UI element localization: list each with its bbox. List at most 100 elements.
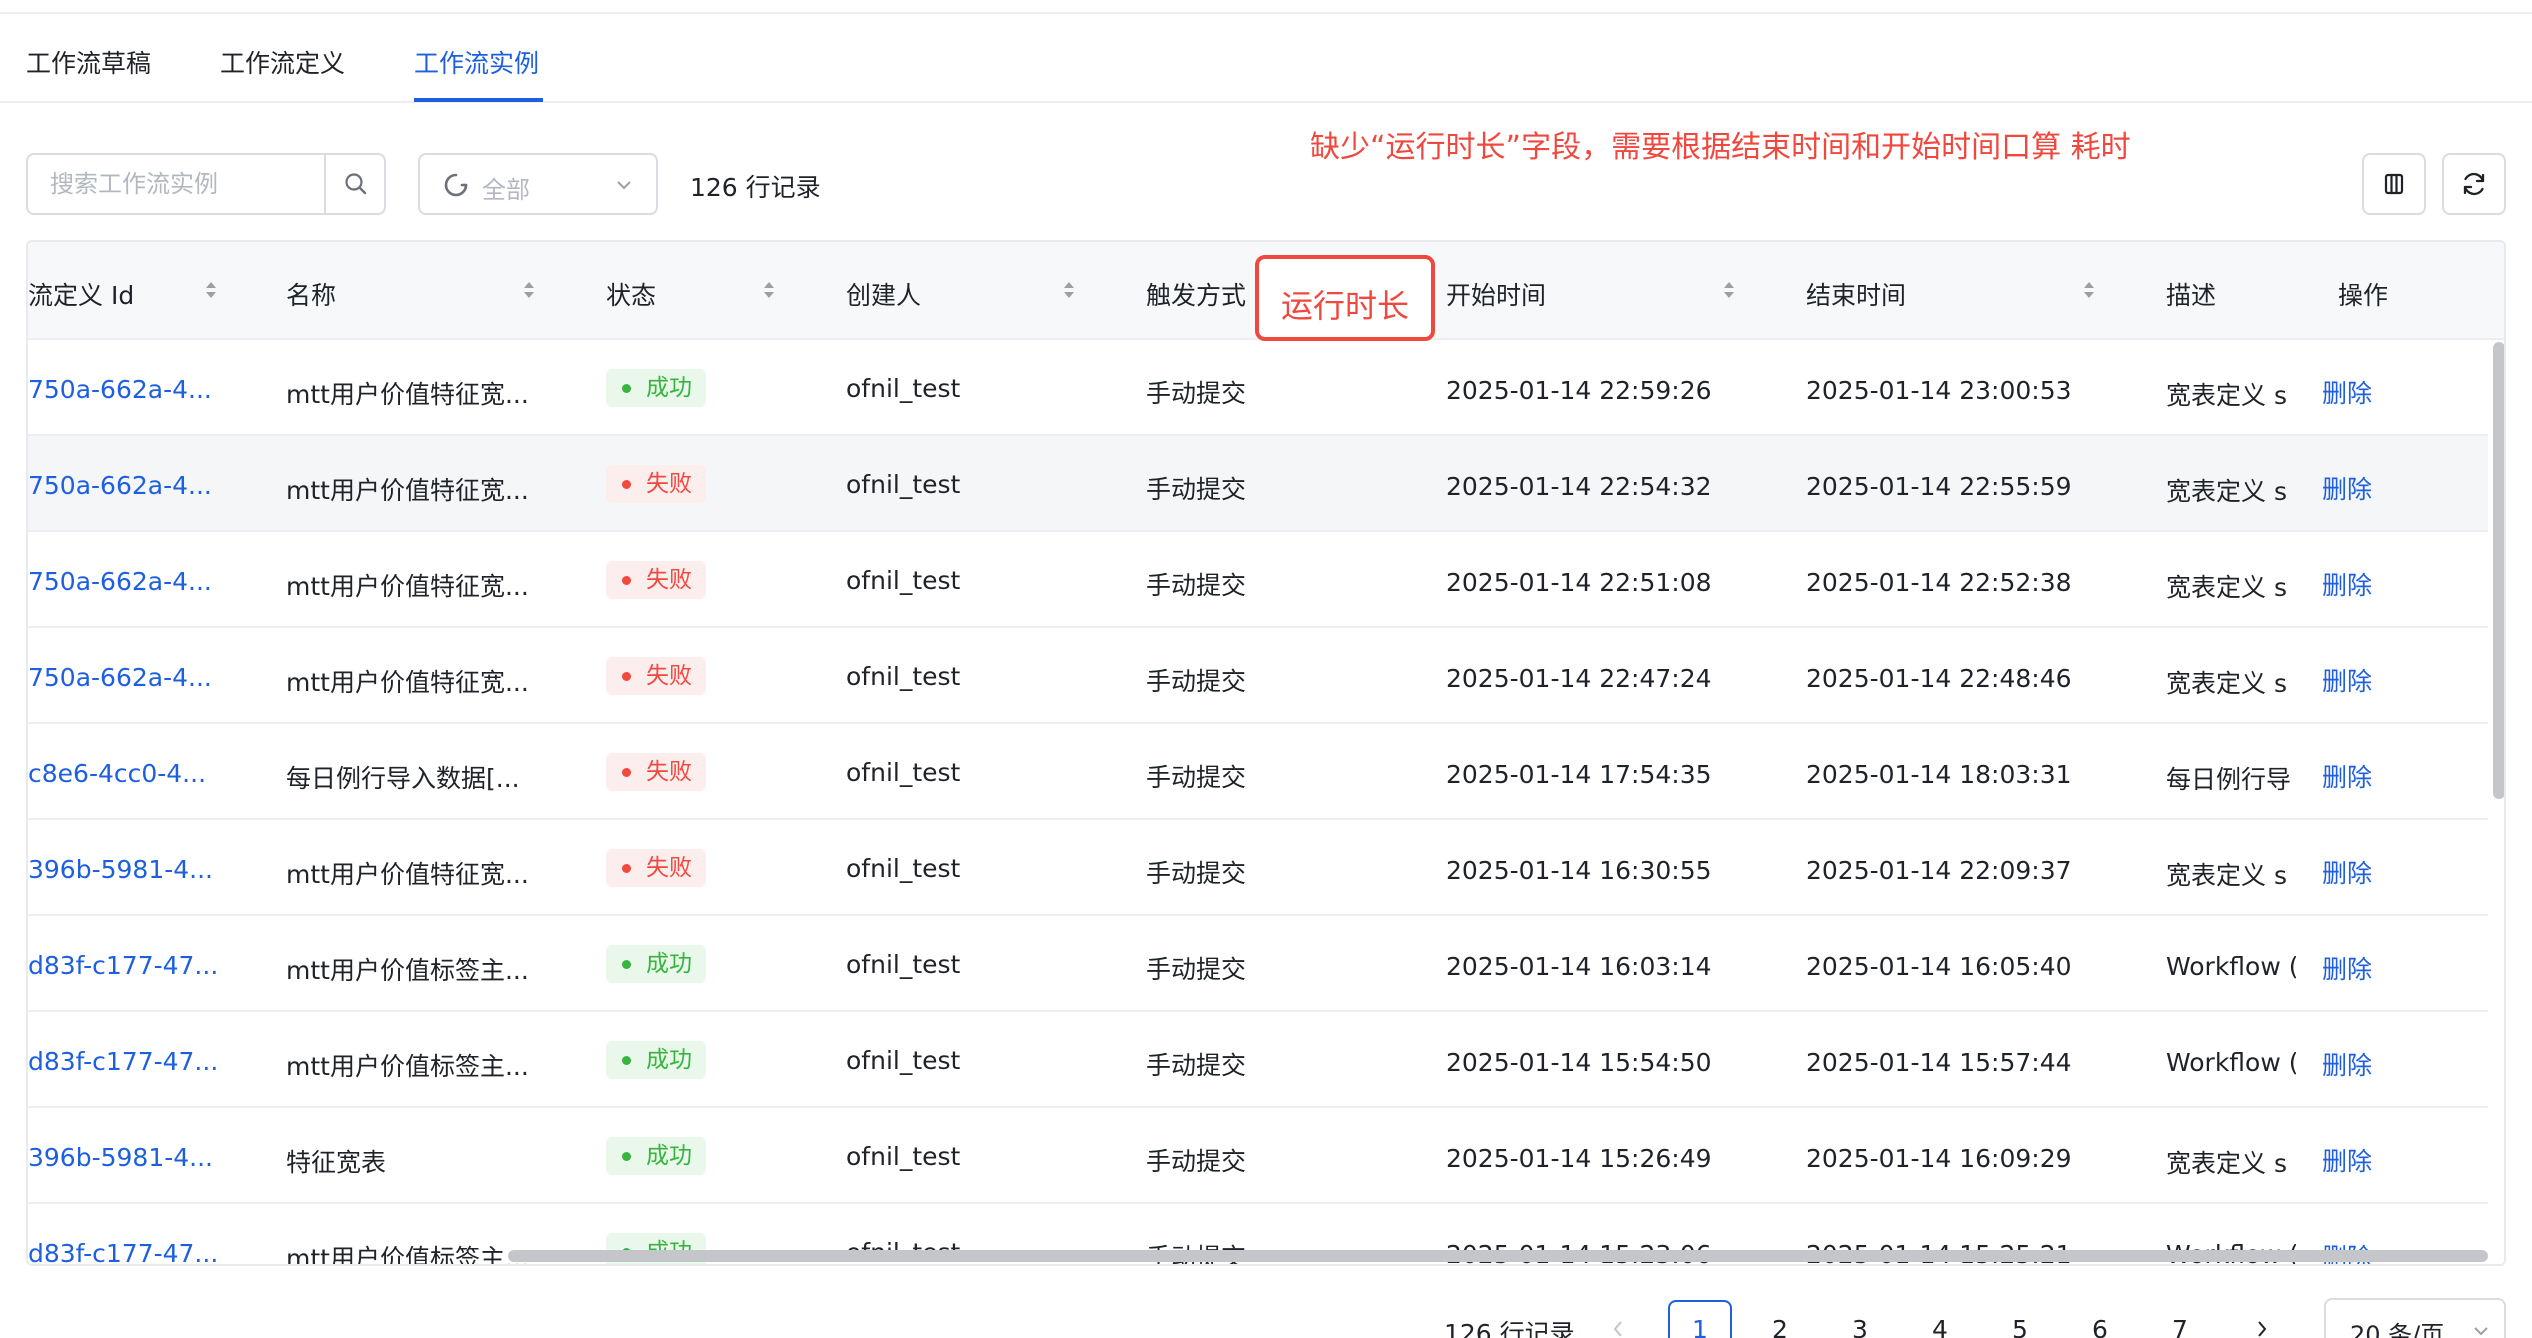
column-header-creator: 创建人: [846, 281, 922, 310]
start-time: 2025-01-14 22:54:32: [1446, 472, 1712, 501]
end-time: 2025-01-14 16:09:29: [1806, 1144, 2072, 1173]
delete-button[interactable]: 删除: [2322, 662, 2402, 698]
sort-icon[interactable]: [2082, 276, 2096, 304]
table-row[interactable]: 750a-662a-4... mtt用户价值特征宽... ofnil_test 手动提…: [28, 340, 2488, 436]
definition-id-link[interactable]: 750a-662a-4...: [28, 663, 238, 692]
creator: ofnil_test: [846, 1142, 961, 1171]
table-row[interactable]: 750a-662a-4... mtt用户价值特征宽... ofnil_test 手动提…: [28, 436, 2488, 532]
tab-bar: 工作流草稿 工作流定义 工作流实例: [0, 14, 2532, 103]
chevron-right-icon[interactable]: [2254, 1318, 2270, 1338]
delete-button[interactable]: 删除: [2322, 1046, 2402, 1082]
column-header-name: 名称: [286, 281, 337, 310]
column-header-definition-id: 流定义 Id: [28, 281, 135, 310]
sort-icon[interactable]: [762, 276, 776, 304]
tab-definitions[interactable]: 工作流定义: [220, 44, 345, 80]
description: Workflow (: [2166, 1048, 2296, 1077]
delete-button[interactable]: 删除: [2322, 758, 2402, 794]
table-row[interactable]: c8e6-4cc0-4... 每日例行导入数据[... ofnil_test 手动提交…: [28, 724, 2488, 820]
end-time: 2025-01-14 16:05:40: [1806, 952, 2072, 981]
page-button[interactable]: 2: [1748, 1300, 1812, 1338]
active-tab-indicator: [414, 98, 543, 102]
delete-button[interactable]: 删除: [2322, 854, 2402, 890]
definition-id-link[interactable]: d83f-c177-47...: [28, 1047, 238, 1076]
sort-icon[interactable]: [522, 276, 536, 304]
description: 宽表定义 s: [2166, 1149, 2287, 1178]
status-badge: 失败: [606, 753, 706, 791]
start-time: 2025-01-14 16:03:14: [1446, 952, 1712, 981]
page-size-select[interactable]: 20 条/页: [2324, 1298, 2506, 1338]
status-dot-icon: [622, 672, 631, 681]
end-time: 2025-01-14 22:55:59: [1806, 472, 2072, 501]
status-badge: 失败: [606, 849, 706, 887]
table-row[interactable]: d83f-c177-47... mtt用户价值标签主... ofnil_test 手动…: [28, 916, 2488, 1012]
search-button[interactable]: [324, 155, 386, 213]
description: Workflow (: [2166, 952, 2296, 981]
status-label: 失败: [646, 471, 692, 497]
definition-id-link[interactable]: 396b-5981-4...: [28, 1143, 238, 1172]
tab-drafts[interactable]: 工作流草稿: [26, 44, 151, 80]
delete-button[interactable]: 删除: [2322, 374, 2402, 410]
chevron-down-icon: [2474, 1327, 2488, 1336]
description: 宽表定义 s: [2166, 861, 2287, 890]
creator: ofnil_test: [846, 470, 961, 499]
refresh-button[interactable]: [2442, 153, 2506, 215]
trigger-method: 手动提交: [1146, 1051, 1247, 1080]
definition-id-link[interactable]: 750a-662a-4...: [28, 375, 238, 404]
page-button[interactable]: 4: [1908, 1300, 1972, 1338]
delete-button[interactable]: 删除: [2322, 1142, 2402, 1178]
instance-name: mtt用户价值标签主...: [286, 1052, 529, 1081]
sort-icon[interactable]: [1722, 276, 1736, 304]
page-button[interactable]: 3: [1828, 1300, 1892, 1338]
vertical-scrollbar[interactable]: [2493, 342, 2504, 799]
start-time: 2025-01-14 15:54:50: [1446, 1048, 1712, 1077]
column-header-end-time: 结束时间: [1806, 281, 1907, 310]
definition-id-link[interactable]: d83f-c177-47...: [28, 951, 238, 980]
table-row[interactable]: 750a-662a-4... mtt用户价值特征宽... ofnil_test 手动提…: [28, 628, 2488, 724]
search-input[interactable]: [28, 155, 324, 213]
creator: ofnil_test: [846, 662, 961, 691]
page-button[interactable]: 1: [1668, 1300, 1732, 1338]
trigger-method: 手动提交: [1146, 1147, 1247, 1176]
status-badge: 失败: [606, 657, 706, 695]
start-time: 2025-01-14 22:51:08: [1446, 568, 1712, 597]
column-header-status: 状态: [606, 281, 657, 310]
status-dot-icon: [622, 1152, 631, 1161]
horizontal-scrollbar[interactable]: [508, 1250, 2488, 1262]
table-row[interactable]: 750a-662a-4... mtt用户价值特征宽... ofnil_test 手动提…: [28, 532, 2488, 628]
delete-button[interactable]: 删除: [2322, 566, 2402, 602]
column-settings-button[interactable]: [2362, 153, 2426, 215]
definition-id-link[interactable]: 750a-662a-4...: [28, 567, 238, 596]
definition-id-link[interactable]: 396b-5981-4...: [28, 855, 238, 884]
table-row[interactable]: 396b-5981-4... 特征宽表 ofnil_test 手动提交 2025-01-…: [28, 1108, 2488, 1204]
delete-button[interactable]: 删除: [2322, 950, 2402, 986]
definition-id-link[interactable]: c8e6-4cc0-4...: [28, 759, 238, 788]
creator: ofnil_test: [846, 758, 961, 787]
tab-instances[interactable]: 工作流实例: [414, 44, 539, 80]
start-time: 2025-01-14 17:54:35: [1446, 760, 1712, 789]
status-label: 失败: [646, 759, 692, 785]
end-time: 2025-01-14 18:03:31: [1806, 760, 2072, 789]
page-button[interactable]: 5: [1988, 1300, 2052, 1338]
trigger-method: 手动提交: [1146, 571, 1247, 600]
definition-id-link[interactable]: d83f-c177-47...: [28, 1239, 238, 1264]
status-filter-select[interactable]: 全部: [418, 153, 658, 215]
annotation-highlight-box: 运行时长: [1255, 255, 1435, 341]
sort-icon[interactable]: [204, 276, 218, 304]
page-button[interactable]: 6: [2068, 1300, 2132, 1338]
column-header-trigger: 触发方式: [1146, 281, 1247, 310]
page-button[interactable]: 7: [2148, 1300, 2212, 1338]
status-dot-icon: [622, 480, 631, 489]
sort-icon[interactable]: [1062, 276, 1076, 304]
chevron-left-icon[interactable]: [1610, 1318, 1626, 1338]
record-count: 126 行记录: [690, 173, 821, 202]
end-time: 2025-01-14 22:48:46: [1806, 664, 2072, 693]
delete-button[interactable]: 删除: [2322, 470, 2402, 506]
description: 宽表定义 s: [2166, 381, 2287, 410]
definition-id-link[interactable]: 750a-662a-4...: [28, 471, 238, 500]
creator: ofnil_test: [846, 566, 961, 595]
status-dot-icon: [622, 1056, 631, 1065]
table-row[interactable]: 396b-5981-4... mtt用户价值特征宽... ofnil_test 手动提…: [28, 820, 2488, 916]
creator: ofnil_test: [846, 950, 961, 979]
table-row[interactable]: d83f-c177-47... mtt用户价值标签主... ofnil_test 手动…: [28, 1012, 2488, 1108]
chevron-down-icon: [617, 181, 631, 190]
